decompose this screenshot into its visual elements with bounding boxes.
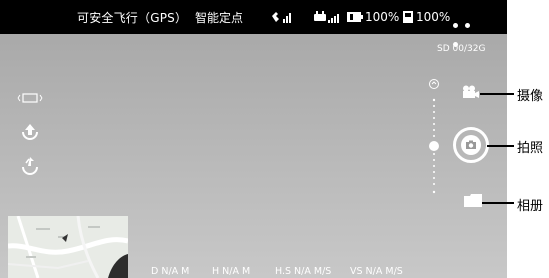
camera-icon	[466, 140, 476, 149]
aircraft-battery-text: 100%	[365, 9, 400, 24]
map-thumbnail[interactable]	[8, 216, 128, 278]
distance-readout: D N/A M	[151, 266, 190, 277]
callout-label-album: 相册	[517, 199, 544, 214]
aspect-ratio-icon[interactable]	[17, 93, 43, 103]
return-home-icon[interactable]	[20, 155, 40, 175]
video-camera-icon[interactable]	[462, 85, 480, 99]
shutter-inner	[461, 135, 481, 155]
aircraft-signal-icon	[272, 12, 291, 23]
callout-line-shutter	[487, 145, 514, 147]
shutter-button[interactable]	[453, 127, 489, 163]
flight-status-text: 可安全飞行（GPS）	[77, 11, 188, 25]
status-bar: 可安全飞行（GPS） 智能定点 100% 100%	[0, 0, 507, 47]
aircraft-battery: 100%	[347, 9, 399, 24]
takeoff-icon[interactable]	[20, 123, 40, 141]
callout-label-camera-mode: 摄像	[517, 89, 544, 104]
callout-label-shutter: 拍照	[517, 141, 544, 156]
callout-line-camera-mode	[480, 93, 514, 95]
remote-battery-icon	[403, 10, 413, 23]
remote-battery-text: 100%	[416, 9, 451, 24]
sd-card-status: SD 00/32G	[437, 44, 486, 54]
aircraft-battery-icon	[347, 11, 363, 22]
callout-line-album	[482, 202, 514, 204]
remote-battery: 100%	[402, 9, 450, 24]
vertical-speed-readout: VS N/A M/S	[350, 266, 403, 277]
height-readout: H N/A M	[212, 266, 251, 277]
zoom-reset-icon[interactable]	[428, 78, 440, 90]
remote-signal-icon	[314, 11, 339, 23]
flight-mode-text: 智能定点	[195, 11, 244, 25]
map-graphic	[8, 216, 128, 278]
horizontal-speed-readout: H.S N/A M/S	[275, 266, 332, 277]
zoom-slider-knob[interactable]	[429, 141, 439, 151]
camera-screen: 可安全飞行（GPS） 智能定点 100% 100% SD 00/32G D N/…	[0, 0, 507, 278]
album-folder-icon[interactable]	[464, 194, 482, 207]
more-menu-icon[interactable]	[453, 13, 487, 47]
